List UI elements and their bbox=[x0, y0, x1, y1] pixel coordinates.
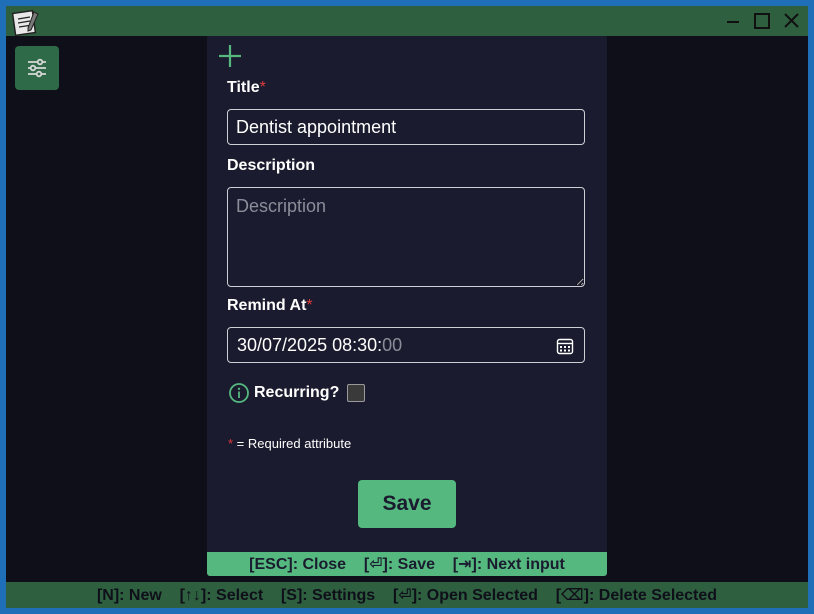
save-button[interactable]: Save bbox=[358, 480, 456, 528]
maximize-button[interactable] bbox=[749, 9, 775, 33]
remind-at-label-text: Remind At bbox=[227, 297, 307, 314]
remind-at-value: 30/07/2025 08:30: bbox=[237, 334, 383, 355]
plus-icon bbox=[217, 43, 243, 69]
title-label: Title* bbox=[227, 79, 266, 97]
required-note: * = Required attribute bbox=[228, 436, 351, 451]
close-icon bbox=[784, 13, 799, 28]
app-window: Title* Dentist appointment Description R… bbox=[6, 6, 808, 608]
sliders-icon bbox=[28, 58, 46, 78]
recurring-label: Recurring? bbox=[254, 384, 340, 401]
remind-at-input[interactable]: 30/07/2025 08:30: 00 bbox=[227, 327, 585, 363]
info-icon[interactable] bbox=[228, 382, 250, 404]
remind-at-label: Remind At* bbox=[227, 297, 313, 315]
minimize-icon bbox=[727, 21, 739, 23]
settings-button[interactable] bbox=[15, 46, 59, 90]
notepad-icon bbox=[10, 8, 42, 37]
required-marker: * bbox=[259, 79, 266, 96]
title-bar bbox=[6, 6, 808, 37]
title-input[interactable]: Dentist appointment bbox=[227, 109, 585, 145]
remind-at-seconds: 00 bbox=[382, 334, 403, 355]
new-reminder-dialog: Title* Dentist appointment Description R… bbox=[207, 36, 607, 576]
description-label: Description bbox=[227, 157, 316, 174]
title-label-text: Title bbox=[227, 79, 260, 96]
shortcut-status-bar: [N]: New [↑↓]: Select [S]: Settings [⏎]:… bbox=[6, 582, 808, 608]
required-note-text: = Required attribute bbox=[233, 436, 352, 451]
calendar-icon[interactable] bbox=[556, 337, 574, 355]
dialog-shortcut-bar: [ESC]: Close [⏎]: Save [⇥]: Next input bbox=[207, 552, 607, 576]
recurring-checkbox[interactable] bbox=[347, 384, 366, 402]
description-input[interactable] bbox=[227, 187, 585, 287]
maximize-icon bbox=[754, 13, 770, 29]
minimize-button[interactable] bbox=[720, 9, 746, 33]
recurring-row: Recurring? bbox=[228, 381, 366, 405]
required-marker: * bbox=[306, 297, 313, 314]
close-button[interactable] bbox=[778, 9, 804, 33]
